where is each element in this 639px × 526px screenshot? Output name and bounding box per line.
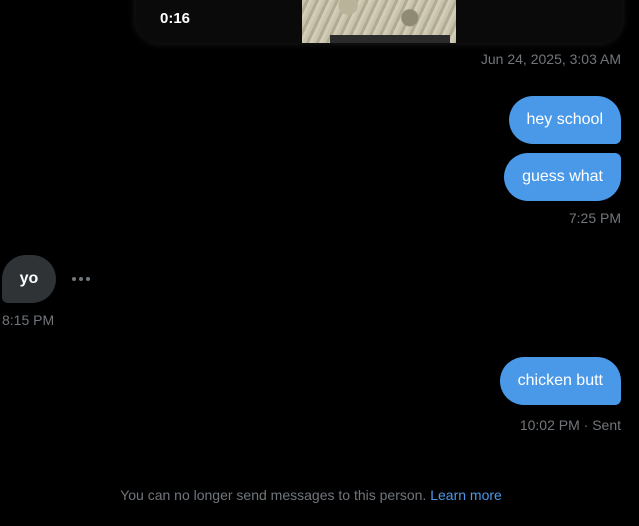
learn-more-link[interactable]: Learn more (430, 487, 502, 503)
messaging-disabled-notice: You can no longer send messages to this … (0, 487, 622, 503)
sent-message-bubble[interactable]: hey school (508, 96, 621, 144)
message-timestamp: 7:25 PM (568, 210, 621, 226)
more-horizontal-icon[interactable] (72, 272, 92, 286)
notice-text: You can no longer send messages to this … (120, 487, 427, 503)
sent-message-bubble[interactable]: chicken butt (499, 357, 621, 405)
received-message-bubble[interactable]: yo (2, 255, 56, 303)
video-duration: 0:16 (160, 10, 191, 27)
message-status: 10:02 PM · Sent (519, 417, 621, 433)
video-message[interactable]: 0:16 (136, 0, 622, 43)
dm-conversation: 0:16 Jun 24, 2025, 3:03 AM hey school gu… (0, 0, 639, 526)
video-thumbnail[interactable] (302, 0, 456, 43)
video-thumbnail-detail (330, 35, 450, 43)
sent-message-bubble[interactable]: guess what (504, 153, 621, 201)
message-timestamp: 8:15 PM (2, 312, 55, 328)
video-timestamp: Jun 24, 2025, 3:03 AM (480, 51, 621, 67)
